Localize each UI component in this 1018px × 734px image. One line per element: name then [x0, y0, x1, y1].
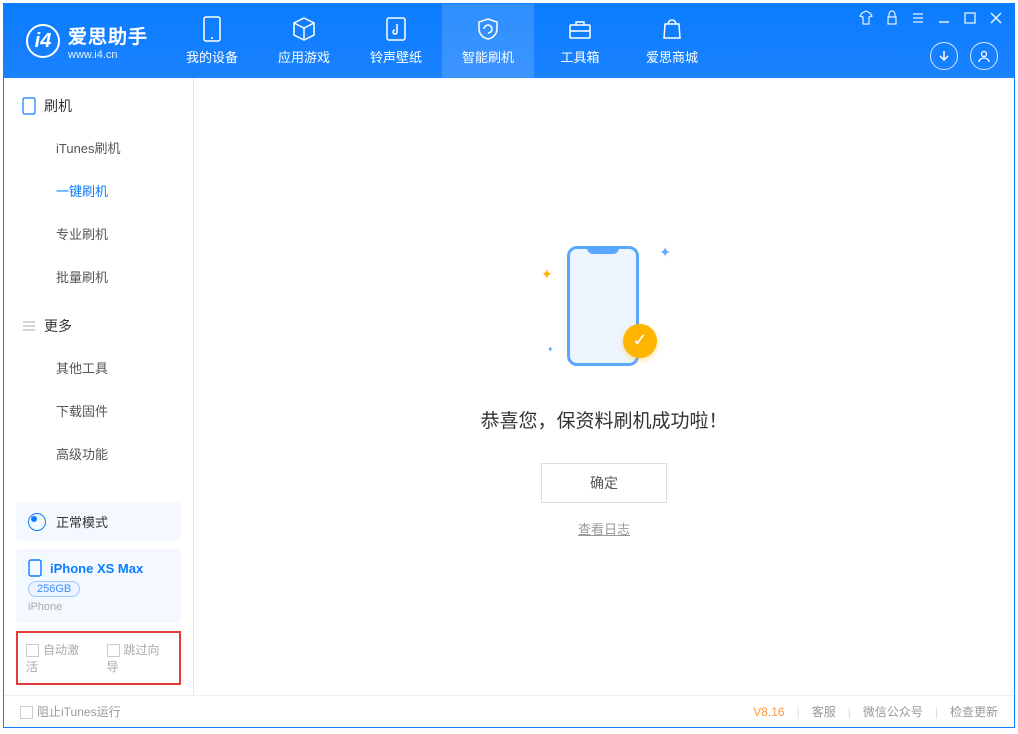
flash-options-row: 自动激活 跳过向导 — [16, 631, 181, 685]
phone-notch — [587, 246, 619, 254]
list-icon — [22, 319, 36, 333]
nav-ringtone-wallpaper[interactable]: 铃声壁纸 — [350, 4, 442, 78]
sparkle-icon: ✦ — [547, 345, 554, 354]
shield-refresh-icon — [475, 16, 501, 42]
download-button[interactable] — [930, 42, 958, 70]
nav-label: 我的设备 — [186, 47, 238, 66]
phone-icon — [22, 97, 36, 115]
sparkle-icon: ✦ — [541, 266, 553, 283]
menu-icon[interactable] — [910, 10, 926, 26]
device-type: iPhone — [28, 601, 62, 613]
phone-icon — [28, 559, 42, 577]
device-mode-box[interactable]: 正常模式 — [16, 502, 181, 541]
sidebar-bottom: 正常模式 iPhone XS Max 256GB iPhone 自动激活 跳过向… — [4, 494, 193, 695]
app-name-en: www.i4.cn — [68, 49, 148, 61]
nav-store[interactable]: 爱思商城 — [626, 4, 718, 78]
check-badge-icon: ✓ — [623, 324, 657, 358]
auto-activate-checkbox[interactable]: 自动激活 — [26, 641, 91, 675]
section-title: 刷机 — [44, 96, 72, 116]
close-icon[interactable] — [988, 10, 1004, 26]
mode-icon — [28, 513, 46, 531]
sparkle-icon: ✦ — [659, 244, 671, 261]
device-capacity: 256GB — [28, 581, 80, 597]
nav-label: 工具箱 — [561, 47, 600, 66]
main-content: ✦ ✦ ✦ ✓ 恭喜您，保资料刷机成功啦！ 确定 查看日志 — [194, 78, 1014, 695]
status-bar: 阻止iTunes运行 V8.16 | 客服 | 微信公众号 | 检查更新 — [4, 695, 1014, 727]
block-itunes-checkbox[interactable]: 阻止iTunes运行 — [20, 703, 121, 720]
window-controls — [858, 10, 1004, 26]
sidebar-item-itunes-flash[interactable]: iTunes刷机 — [4, 126, 193, 169]
section-title: 更多 — [44, 316, 72, 336]
success-message: 恭喜您，保资料刷机成功啦！ — [480, 406, 727, 433]
device-mode-label: 正常模式 — [56, 512, 108, 531]
toolbox-icon — [567, 16, 593, 42]
app-logo[interactable]: i4 爱思助手 www.i4.cn — [4, 22, 166, 61]
logo-text: 爱思助手 www.i4.cn — [68, 22, 148, 61]
nav-label: 铃声壁纸 — [370, 47, 422, 66]
sidebar-item-other-tools[interactable]: 其他工具 — [4, 346, 193, 389]
nav-smart-flash[interactable]: 智能刷机 — [442, 4, 534, 78]
footer-link-wechat[interactable]: 微信公众号 — [863, 703, 923, 720]
skin-icon[interactable] — [858, 10, 874, 26]
footer-link-update[interactable]: 检查更新 — [950, 703, 998, 720]
device-icon — [199, 16, 225, 42]
user-button[interactable] — [970, 42, 998, 70]
nav-apps-games[interactable]: 应用游戏 — [258, 4, 350, 78]
sidebar-header-flash: 刷机 — [4, 96, 193, 126]
lock-icon[interactable] — [884, 10, 900, 26]
minimize-icon[interactable] — [936, 10, 952, 26]
sidebar-item-advanced[interactable]: 高级功能 — [4, 432, 193, 475]
top-nav: 我的设备 应用游戏 铃声壁纸 智能刷机 工具箱 爱思商城 — [166, 4, 718, 78]
success-illustration: ✦ ✦ ✦ ✓ — [529, 236, 679, 376]
footer-link-support[interactable]: 客服 — [812, 703, 836, 720]
nav-my-device[interactable]: 我的设备 — [166, 4, 258, 78]
body: 刷机 iTunes刷机 一键刷机 专业刷机 批量刷机 更多 其他工具 下载固件 … — [4, 78, 1014, 695]
maximize-icon[interactable] — [962, 10, 978, 26]
sidebar-section-flash: 刷机 iTunes刷机 一键刷机 专业刷机 批量刷机 — [4, 78, 193, 298]
header-bar: i4 爱思助手 www.i4.cn 我的设备 应用游戏 铃声壁纸 智能刷机 — [4, 4, 1014, 78]
sidebar: 刷机 iTunes刷机 一键刷机 专业刷机 批量刷机 更多 其他工具 下载固件 … — [4, 78, 194, 695]
sidebar-item-download-firmware[interactable]: 下载固件 — [4, 389, 193, 432]
skip-guide-checkbox[interactable]: 跳过向导 — [107, 641, 172, 675]
sidebar-item-oneclick-flash[interactable]: 一键刷机 — [4, 169, 193, 212]
view-log-link[interactable]: 查看日志 — [578, 519, 630, 538]
app-name-cn: 爱思助手 — [68, 22, 148, 49]
sidebar-item-batch-flash[interactable]: 批量刷机 — [4, 255, 193, 298]
version-label: V8.16 — [753, 705, 784, 719]
app-window: i4 爱思助手 www.i4.cn 我的设备 应用游戏 铃声壁纸 智能刷机 — [3, 3, 1015, 728]
ok-button[interactable]: 确定 — [541, 463, 667, 503]
device-name: iPhone XS Max — [50, 561, 143, 576]
nav-label: 爱思商城 — [646, 47, 698, 66]
logo-icon: i4 — [26, 24, 60, 58]
nav-label: 应用游戏 — [278, 47, 330, 66]
music-file-icon — [383, 16, 409, 42]
nav-label: 智能刷机 — [462, 47, 514, 66]
shopping-bag-icon — [659, 16, 685, 42]
device-info-box[interactable]: iPhone XS Max 256GB iPhone — [16, 549, 181, 623]
header-actions — [930, 42, 998, 70]
sidebar-header-more: 更多 — [4, 316, 193, 346]
cube-icon — [291, 16, 317, 42]
sidebar-section-more: 更多 其他工具 下载固件 高级功能 — [4, 298, 193, 475]
sidebar-item-pro-flash[interactable]: 专业刷机 — [4, 212, 193, 255]
nav-toolbox[interactable]: 工具箱 — [534, 4, 626, 78]
